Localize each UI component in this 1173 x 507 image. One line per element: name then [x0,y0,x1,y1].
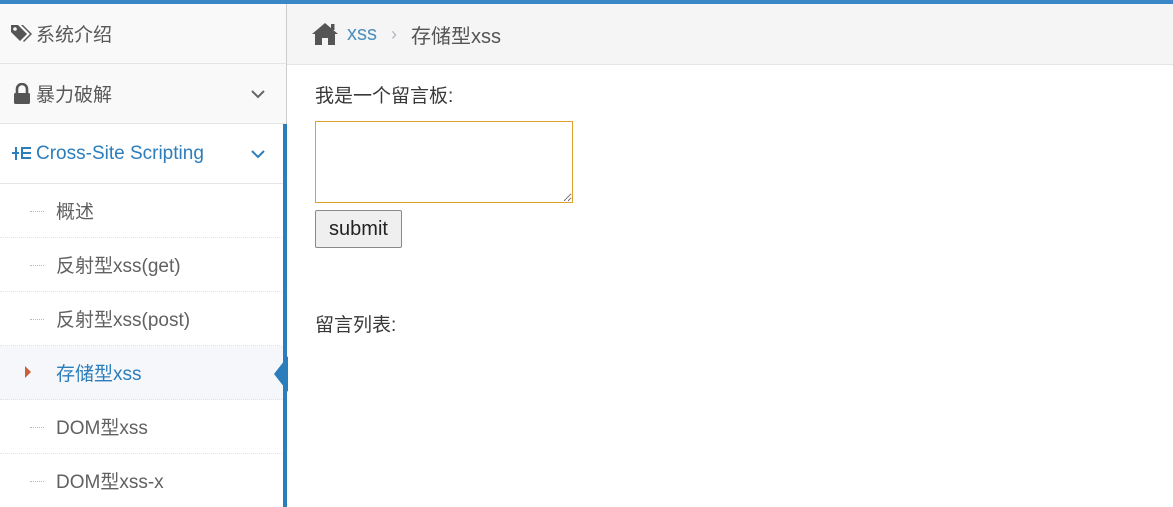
breadcrumb-current: 存储型xss [411,25,501,48]
subitem-label: 反射型xss(post) [56,310,191,331]
sidebar: 系统介绍 暴力破解 Cross-Site Scripting 概述 反射型xss… [0,4,288,507]
subitem-overview[interactable]: 概述 [0,184,286,238]
sidebar-item-label: Cross-Site Scripting [36,142,204,164]
subitem-label: 存储型xss [56,364,142,385]
subitem-label: 概述 [56,202,95,223]
sidebar-item-xss[interactable]: Cross-Site Scripting [0,124,287,184]
lock-icon [10,82,34,106]
main-content: 我是一个留言板: submit 留言列表: [287,65,1173,507]
submit-button[interactable]: submit [315,210,402,248]
sidebar-item-brute-force[interactable]: 暴力破解 [0,64,286,124]
subitem-dom-xss-x[interactable]: DOM型xss-x [0,454,286,507]
chevron-down-icon [248,144,268,164]
subitem-dom-xss[interactable]: DOM型xss [0,400,286,454]
caret-right-icon [25,366,31,378]
subitem-reflected-get[interactable]: 反射型xss(get) [0,238,286,292]
tags-icon [10,22,34,46]
sidebar-item-system-intro[interactable]: 系统介绍 [0,4,286,64]
subitem-label: DOM型xss-x [56,472,164,493]
xss-submenu: 概述 反射型xss(get) 反射型xss(post) 存储型xss DOM型x… [0,184,288,507]
chevron-down-icon [248,84,268,104]
subitem-reflected-post[interactable]: 反射型xss(post) [0,292,286,346]
message-board-prompt: 我是一个留言板: [315,86,454,107]
breadcrumb: xss › 存储型xss [287,4,1173,65]
subitem-label: DOM型xss [56,418,148,439]
breadcrumb-link-xss[interactable]: xss [347,23,377,46]
sidebar-item-label: 暴力破解 [36,85,113,106]
subitem-stored-xss[interactable]: 存储型xss [0,346,288,400]
home-icon[interactable] [311,21,339,47]
list-tree-icon [10,142,34,166]
message-list-title: 留言列表: [315,315,397,336]
sidebar-item-label: 系统介绍 [36,25,113,46]
message-input[interactable] [315,121,573,203]
breadcrumb-separator: › [391,23,397,44]
subitem-label: 反射型xss(get) [56,256,181,277]
